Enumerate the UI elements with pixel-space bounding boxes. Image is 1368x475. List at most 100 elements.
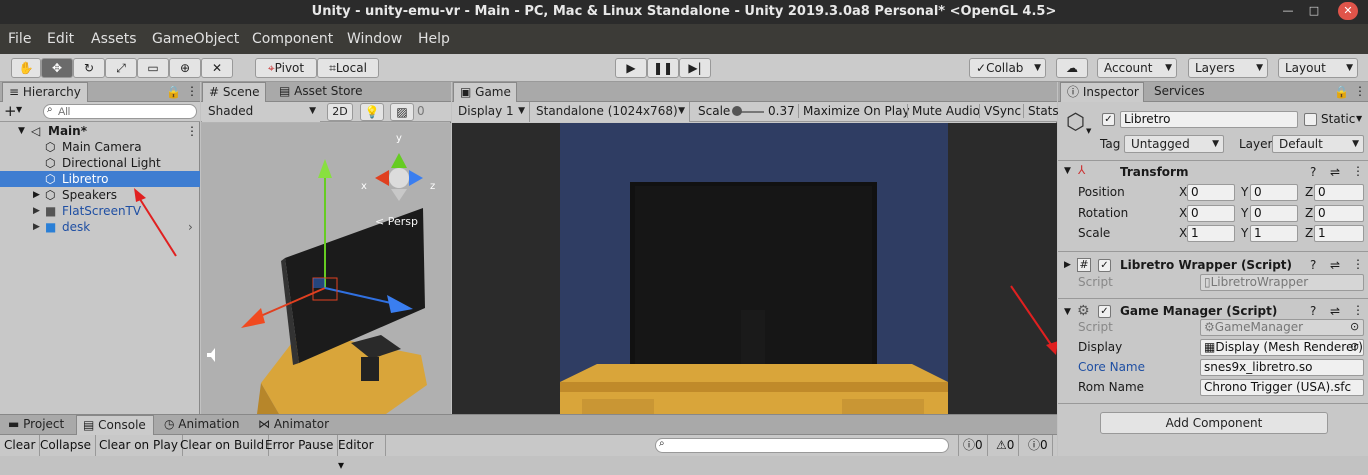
- layout-dropdown[interactable]: Layout ▼: [1278, 58, 1358, 78]
- rotation-x-field[interactable]: 0: [1187, 205, 1235, 222]
- tab-animator[interactable]: ⋈ Animator: [252, 415, 340, 435]
- shading-dropdown[interactable]: Shaded ▼: [202, 102, 320, 122]
- menu-file[interactable]: File: [8, 31, 31, 47]
- object-picker-icon[interactable]: ⊙: [1350, 320, 1359, 333]
- add-component-button[interactable]: Add Component: [1100, 412, 1328, 434]
- position-y-field[interactable]: 0: [1250, 184, 1298, 201]
- scale-y-field[interactable]: 1: [1250, 225, 1298, 242]
- foldout-down-icon[interactable]: ▼: [1064, 307, 1071, 317]
- clear-on-build-button[interactable]: Clear on Build: [176, 435, 270, 456]
- game-viewport[interactable]: [452, 123, 1057, 414]
- error-count-toggle[interactable]: ⓘ0: [1024, 435, 1053, 456]
- vsync-toggle[interactable]: VSync: [979, 104, 1021, 118]
- close-icon[interactable]: ✕: [1338, 2, 1358, 20]
- scale-tool-icon[interactable]: ⤢: [105, 58, 137, 78]
- tab-services[interactable]: Services: [1148, 82, 1220, 102]
- rotation-y-field[interactable]: 0: [1250, 205, 1298, 222]
- layer-dropdown[interactable]: Default ▼: [1272, 135, 1364, 153]
- position-z-field[interactable]: 0: [1314, 184, 1364, 201]
- warning-count-toggle[interactable]: ⚠0: [992, 435, 1020, 456]
- foldout-right-icon[interactable]: ▶: [1064, 260, 1071, 270]
- transform-tool-icon[interactable]: ⊕: [169, 58, 201, 78]
- manager-enabled-checkbox[interactable]: ✓: [1098, 305, 1111, 318]
- menu-assets[interactable]: Assets: [91, 31, 137, 47]
- list-item[interactable]: ⬡ Directional Light: [0, 155, 200, 171]
- menu-edit[interactable]: Edit: [47, 31, 74, 47]
- lock-icon[interactable]: 🔒: [166, 85, 181, 99]
- step-icon[interactable]: ▶|: [679, 58, 711, 78]
- static-checkbox[interactable]: [1304, 113, 1317, 126]
- scene-root-row[interactable]: ▼ ◁ Main* ⋮: [0, 123, 200, 139]
- minimize-icon[interactable]: —: [1278, 2, 1298, 20]
- custom-tool-icon[interactable]: ✕: [201, 58, 233, 78]
- console-search-input[interactable]: [655, 438, 949, 453]
- tag-dropdown[interactable]: Untagged ▼: [1124, 135, 1224, 153]
- menu-dots-icon[interactable]: ⋮: [1354, 84, 1366, 98]
- menu-gameobject[interactable]: GameObject: [152, 31, 239, 47]
- menu-window[interactable]: Window: [347, 31, 402, 47]
- lighting-bulb-icon[interactable]: 💡: [360, 103, 384, 121]
- position-x-field[interactable]: 0: [1187, 184, 1235, 201]
- expand-right-icon[interactable]: ▶: [33, 187, 40, 203]
- collapse-button[interactable]: Collapse: [36, 435, 96, 456]
- expand-right-icon[interactable]: ▶: [33, 219, 40, 235]
- layers-dropdown[interactable]: Layers ▼: [1188, 58, 1268, 78]
- menu-dots-icon[interactable]: ⋮: [186, 84, 198, 98]
- tab-scene[interactable]: # Scene: [202, 82, 266, 102]
- expand-right-icon[interactable]: ▶: [33, 203, 40, 219]
- collab-dropdown[interactable]: ✓Collab ▼: [969, 58, 1046, 78]
- display-field[interactable]: ▦Display (Mesh Renderer): [1200, 339, 1364, 356]
- scale-slider-handle[interactable]: [732, 106, 742, 116]
- scale-x-field[interactable]: 1: [1187, 225, 1235, 242]
- wrapper-enabled-checkbox[interactable]: ✓: [1098, 259, 1111, 272]
- maximize-icon[interactable]: □: [1304, 2, 1324, 20]
- mute-audio-toggle[interactable]: Mute Audio: [907, 104, 980, 118]
- tab-animation[interactable]: ◷ Animation: [158, 415, 250, 435]
- info-count-toggle[interactable]: ⓘ0: [958, 435, 988, 456]
- pause-icon[interactable]: ❚❚: [647, 58, 679, 78]
- preset-icon[interactable]: ⇌: [1330, 304, 1340, 318]
- static-chevron-down-icon[interactable]: ▼: [1356, 114, 1362, 123]
- component-menu-icon[interactable]: ⋮: [1352, 164, 1364, 178]
- help-icon[interactable]: ?: [1310, 258, 1316, 272]
- help-icon[interactable]: ?: [1310, 165, 1316, 179]
- error-pause-button[interactable]: Error Pause: [261, 435, 339, 456]
- help-icon[interactable]: ?: [1310, 304, 1316, 318]
- 2d-toggle[interactable]: 2D: [327, 103, 353, 121]
- list-item[interactable]: ⬡ Main Camera: [0, 139, 200, 155]
- create-plus-icon[interactable]: +: [4, 102, 17, 120]
- rom-name-field[interactable]: Chrono Trigger (USA).sfc: [1200, 379, 1364, 396]
- maximize-on-play-toggle[interactable]: Maximize On Play: [798, 104, 910, 118]
- lock-icon[interactable]: 🔒: [1334, 85, 1349, 99]
- scene-menu-dots-icon[interactable]: ⋮: [186, 123, 198, 139]
- active-checkbox[interactable]: ✓: [1102, 113, 1115, 126]
- menu-help[interactable]: Help: [418, 31, 450, 47]
- icon-chevron-down-icon[interactable]: ▼: [1086, 127, 1091, 135]
- rotation-z-field[interactable]: 0: [1314, 205, 1364, 222]
- component-menu-icon[interactable]: ⋮: [1352, 257, 1364, 271]
- tab-console[interactable]: ▤ Console: [76, 415, 154, 435]
- display-dropdown[interactable]: Display 1 ▼: [452, 102, 530, 122]
- create-chevron-icon[interactable]: ▼: [16, 105, 22, 114]
- object-name-field[interactable]: Libretro: [1120, 111, 1298, 128]
- tab-project[interactable]: ▬ Project: [2, 415, 74, 435]
- play-icon[interactable]: ▶: [615, 58, 647, 78]
- object-picker-icon[interactable]: ⊙: [1350, 340, 1359, 353]
- scale-z-field[interactable]: 1: [1314, 225, 1364, 242]
- cloud-icon[interactable]: ☁: [1056, 58, 1088, 78]
- tab-inspector[interactable]: ⓘ Inspector: [1060, 82, 1144, 102]
- hierarchy-search-input[interactable]: [43, 104, 197, 119]
- clear-on-play-button[interactable]: Clear on Play: [95, 435, 183, 456]
- account-dropdown[interactable]: Account ▼: [1097, 58, 1177, 78]
- foldout-down-icon[interactable]: ▼: [1064, 166, 1071, 176]
- pivot-button[interactable]: ⌖Pivot: [255, 58, 317, 78]
- rect-tool-icon[interactable]: ▭: [137, 58, 169, 78]
- expand-down-icon[interactable]: ▼: [18, 123, 25, 139]
- core-name-field[interactable]: snes9x_libretro.so: [1200, 359, 1364, 376]
- tab-game[interactable]: ▣ Game: [453, 82, 517, 102]
- resolution-dropdown[interactable]: Standalone (1024x768) ▼: [530, 102, 690, 122]
- image-effects-icon[interactable]: ▨: [390, 103, 414, 121]
- preset-icon[interactable]: ⇌: [1330, 165, 1340, 179]
- menu-component[interactable]: Component: [252, 31, 333, 47]
- stats-toggle[interactable]: Stats: [1023, 104, 1059, 118]
